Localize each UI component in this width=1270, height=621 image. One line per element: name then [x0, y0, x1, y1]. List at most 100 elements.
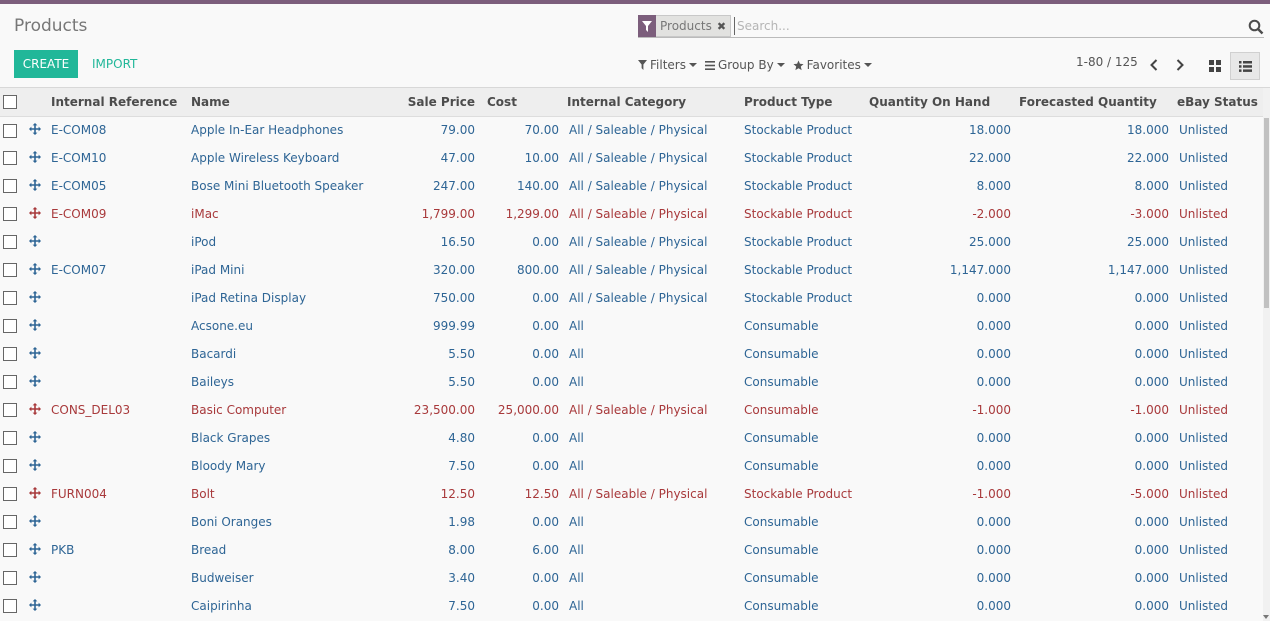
table-row[interactable]: E-COM10 Apple Wireless Keyboard 47.00 10.00…	[0, 144, 1263, 172]
cell-quantity-on-hand: 22.000	[969, 151, 1011, 165]
table-row[interactable]: Boni Oranges 1.98 0.00 All Consumable 0.000 0.…	[0, 508, 1263, 536]
cell-quantity-on-hand: -2.000	[972, 207, 1011, 221]
drag-handle[interactable]	[25, 172, 47, 200]
drag-handle[interactable]	[25, 340, 47, 368]
drag-handle[interactable]	[25, 368, 47, 396]
cell-ebay-status: Unlisted	[1179, 291, 1229, 305]
list-view-button[interactable]	[1230, 52, 1260, 80]
scrollbar-thumb[interactable]	[1264, 118, 1269, 308]
drag-handle[interactable]	[25, 144, 47, 172]
drag-handle[interactable]	[25, 116, 47, 144]
row-checkbox[interactable]	[0, 424, 25, 452]
table-row[interactable]: Budweiser 3.40 0.00 All Consumable 0.000 0.000…	[0, 564, 1263, 592]
table-row[interactable]: E-COM09 iMac 1,799.00 1,299.00 All / Saleabl…	[0, 200, 1263, 228]
row-checkbox[interactable]	[0, 228, 25, 256]
cell-internal-category: All / Saleable / Physical	[569, 403, 708, 417]
pager-next-button[interactable]	[1170, 54, 1190, 76]
kanban-view-button[interactable]	[1200, 52, 1230, 80]
row-checkbox[interactable]	[0, 256, 25, 284]
search-icon[interactable]	[1248, 19, 1264, 35]
drag-handle[interactable]	[25, 424, 47, 452]
vertical-scrollbar[interactable]	[1263, 88, 1270, 621]
column-header-name[interactable]: Name	[187, 88, 387, 117]
cell-forecasted-quantity: 25.000	[1127, 235, 1169, 249]
row-checkbox[interactable]	[0, 452, 25, 480]
drag-handle[interactable]	[25, 564, 47, 592]
drag-handle[interactable]	[25, 508, 47, 536]
column-header-forecasted-quantity[interactable]: Forecasted Quantity	[1015, 88, 1173, 117]
table-row[interactable]: iPad Retina Display 750.00 0.00 All / Salea…	[0, 284, 1263, 312]
drag-handle[interactable]	[25, 200, 47, 228]
table-row[interactable]: Bacardi 5.50 0.00 All Consumable 0.000 0.000 Un…	[0, 340, 1263, 368]
cell-internal-reference: CONS_DEL03	[51, 403, 131, 417]
column-header-sale-price[interactable]: Sale Price	[387, 88, 479, 117]
group-by-dropdown[interactable]: Group By	[704, 58, 785, 72]
row-checkbox[interactable]	[0, 172, 25, 200]
cell-internal-category: All / Saleable / Physical	[569, 123, 708, 138]
drag-handle[interactable]	[25, 228, 47, 256]
drag-handle[interactable]	[25, 452, 47, 480]
arrows-move-icon	[29, 346, 41, 362]
table-row[interactable]: CONS_DEL03 Basic Computer 23,500.00 25,000.…	[0, 396, 1263, 424]
column-header-internal-reference[interactable]: Internal Reference	[47, 88, 187, 117]
drag-handle[interactable]	[25, 256, 47, 284]
drag-handle[interactable]	[25, 536, 47, 564]
column-header-cost[interactable]: Cost	[479, 88, 563, 117]
row-checkbox[interactable]	[0, 480, 25, 508]
pager-previous-button[interactable]	[1144, 54, 1164, 76]
cell-cost: 70.00	[524, 123, 559, 138]
cell-internal-category: All / Saleable / Physical	[569, 151, 708, 165]
row-checkbox[interactable]	[0, 536, 25, 564]
row-checkbox[interactable]	[0, 284, 25, 312]
drag-handle[interactable]	[25, 312, 47, 340]
pager-value[interactable]: 1-80 / 125	[1076, 55, 1138, 69]
row-checkbox[interactable]	[0, 592, 25, 620]
table-row[interactable]: E-COM08 Apple In-Ear Headphones 79.00 70.00…	[0, 116, 1263, 144]
close-icon[interactable]: ✖	[717, 20, 726, 33]
table-row[interactable]: Acsone.eu 999.99 0.00 All Consumable 0.000 0.0…	[0, 312, 1263, 340]
cell-internal-reference: FURN004	[51, 487, 107, 501]
create-button[interactable]: CREATE	[14, 50, 78, 78]
row-checkbox[interactable]	[0, 396, 25, 424]
cell-name: iMac	[191, 207, 219, 221]
table-row[interactable]: Black Grapes 4.80 0.00 All Consumable 0.000 0.…	[0, 424, 1263, 452]
table-row[interactable]: iPod 16.50 0.00 All / Saleable / Physical St…	[0, 228, 1263, 256]
cell-product-type: Consumable	[744, 375, 819, 389]
column-header-quantity-on-hand[interactable]: Quantity On Hand	[865, 88, 1015, 117]
table-row[interactable]: FURN004 Bolt 12.50 12.50 All / Saleable / Ph…	[0, 480, 1263, 508]
select-all-checkbox[interactable]	[0, 88, 25, 117]
row-checkbox[interactable]	[0, 368, 25, 396]
column-header-internal-category[interactable]: Internal Category	[563, 88, 740, 117]
row-checkbox[interactable]	[0, 312, 25, 340]
cell-quantity-on-hand: 0.000	[976, 319, 1011, 333]
row-checkbox[interactable]	[0, 200, 25, 228]
table-row[interactable]: Baileys 5.50 0.00 All Consumable 0.000 0.000 Un…	[0, 368, 1263, 396]
scroll-down-icon[interactable]	[1263, 615, 1269, 619]
favorites-dropdown[interactable]: Favorites	[793, 58, 872, 72]
cell-sale-price: 247.00	[433, 179, 475, 193]
row-checkbox[interactable]	[0, 116, 25, 144]
table-row[interactable]: Caipirinha 7.50 0.00 All Consumable 0.000 0.00…	[0, 592, 1263, 620]
row-checkbox[interactable]	[0, 340, 25, 368]
search-facet-products[interactable]: Products ✖	[638, 15, 732, 37]
cell-internal-category: All / Saleable / Physical	[569, 235, 708, 249]
import-button[interactable]: IMPORT	[86, 50, 143, 78]
cell-ebay-status: Unlisted	[1179, 319, 1229, 333]
table-row[interactable]: Bloody Mary 7.50 0.00 All Consumable 0.000 0.0…	[0, 452, 1263, 480]
chevron-right-icon	[1176, 59, 1184, 71]
table-row[interactable]: PKB Bread 8.00 6.00 All Consumable 0.000 0.000 U…	[0, 536, 1263, 564]
row-checkbox[interactable]	[0, 508, 25, 536]
row-checkbox[interactable]	[0, 564, 25, 592]
table-row[interactable]: E-COM05 Bose Mini Bluetooth Speaker 247.00…	[0, 172, 1263, 200]
search-input[interactable]	[734, 17, 1234, 35]
cell-quantity-on-hand: 8.000	[976, 179, 1011, 193]
drag-handle[interactable]	[25, 284, 47, 312]
column-header-ebay-status[interactable]: eBay Status	[1173, 88, 1263, 117]
drag-handle[interactable]	[25, 480, 47, 508]
column-header-product-type[interactable]: Product Type	[740, 88, 865, 117]
drag-handle[interactable]	[25, 396, 47, 424]
drag-handle[interactable]	[25, 592, 47, 620]
filters-dropdown[interactable]: Filters	[638, 58, 697, 72]
table-row[interactable]: E-COM07 iPad Mini 320.00 800.00 All / Saleab…	[0, 256, 1263, 284]
row-checkbox[interactable]	[0, 144, 25, 172]
